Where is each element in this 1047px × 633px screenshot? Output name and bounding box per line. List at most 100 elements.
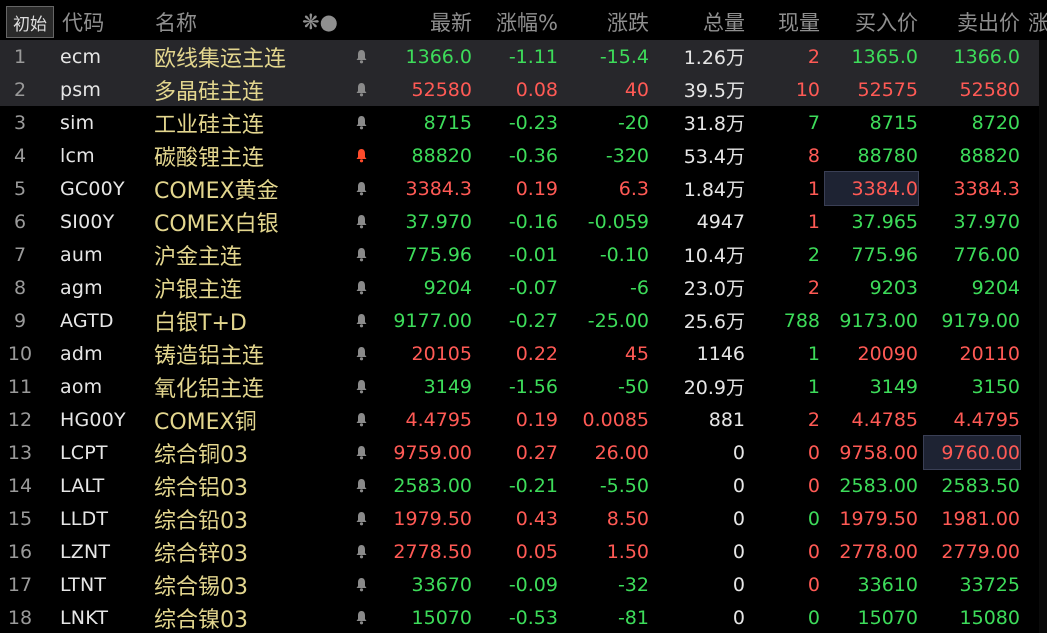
change-percent: 0.08: [515, 78, 558, 101]
bid-price: 4.4785: [851, 408, 918, 431]
table-row[interactable]: 5 GC00Y COMEX黄金 3384.3 0.19 6.3 1.84万 1 3384.0 33…: [0, 171, 1047, 206]
contract-name: COMEX铜: [154, 409, 257, 435]
column-settings-icons[interactable]: ❋●: [300, 4, 340, 40]
change-amount: 45: [624, 342, 649, 365]
contract-code: agm: [60, 276, 103, 299]
table-row[interactable]: 12 HG00Y COMEX铜 4.4795 0.19 0.0085 881 2 4.4785 4…: [0, 403, 1047, 436]
ask-price: 33725: [959, 573, 1020, 596]
alert-bell-icon[interactable]: [350, 469, 372, 502]
alert-bell-icon[interactable]: [350, 370, 372, 403]
alert-bell-icon[interactable]: [350, 403, 372, 436]
row-number: 17: [7, 573, 33, 596]
alert-bell-icon[interactable]: [350, 304, 372, 337]
last-price: 2583.00: [393, 474, 472, 497]
table-row[interactable]: 15 LLDT 综合铅03 1979.50 0.43 8.50 0 0 1979.50 1981.…: [0, 502, 1047, 535]
tab-initial[interactable]: 初始: [6, 6, 54, 38]
contract-name: 综合锌03: [154, 541, 248, 567]
table-row[interactable]: 11 aom 氧化铝主连 3149 -1.56 -50 20.9万 1 3149 3150: [0, 370, 1047, 403]
change-percent: -0.09: [508, 573, 558, 596]
alert-bell-icon[interactable]: [350, 205, 372, 238]
change-amount: -50: [617, 375, 649, 398]
alert-bell-icon[interactable]: [350, 271, 372, 304]
vertical-scrollbar[interactable]: [1039, 40, 1047, 633]
row-number: 16: [7, 540, 33, 563]
alert-bell-icon[interactable]: [350, 40, 372, 73]
ask-price: 88820: [959, 144, 1020, 167]
table-row[interactable]: 16 LZNT 综合锌03 2778.50 0.05 1.50 0 0 2778.00 2779.…: [0, 535, 1047, 568]
total-volume: 0: [732, 606, 745, 629]
alert-bell-icon[interactable]: [350, 436, 372, 469]
contract-code: aum: [60, 243, 103, 266]
contract-code: adm: [60, 342, 103, 365]
ask-price: 20110: [959, 342, 1020, 365]
change-amount: -20: [617, 111, 649, 134]
alert-bell-icon[interactable]: [350, 73, 372, 106]
bid-price: 52575: [857, 78, 918, 101]
row-number: 14: [7, 474, 33, 497]
total-volume: 4947: [696, 210, 745, 233]
current-volume: 1: [807, 210, 820, 233]
total-volume: 881: [708, 408, 745, 431]
row-number: 10: [7, 342, 33, 365]
contract-name: 氧化铝主连: [154, 376, 265, 402]
change-percent: -1.11: [508, 45, 558, 68]
table-row[interactable]: 17 LTNT 综合锡03 33670 -0.09 -32 0 0 33610 33725: [0, 568, 1047, 601]
column-header-change[interactable]: 涨跌: [562, 4, 649, 40]
row-number: 4: [13, 144, 27, 167]
table-row[interactable]: 14 LALT 综合铝03 2583.00 -0.21 -5.50 0 0 2583.00 258…: [0, 469, 1047, 502]
alert-bell-icon[interactable]: [350, 535, 372, 568]
contract-name: COMEX白银: [154, 211, 279, 237]
contract-code: sim: [60, 111, 95, 134]
current-volume: 1: [807, 342, 820, 365]
alert-bell-icon[interactable]: [350, 601, 372, 633]
current-volume: 788: [783, 309, 820, 332]
table-row[interactable]: 8 agm 沪银主连 9204 -0.07 -6 23.0万 2 9203 9204: [0, 271, 1047, 304]
change-amount: -320: [605, 144, 649, 167]
bid-price: 37.965: [851, 210, 918, 233]
ask-price: 2779.00: [941, 540, 1020, 563]
contract-code: LLDT: [60, 507, 109, 530]
table-row[interactable]: 9 AGTD 白银T+D 9177.00 -0.27 -25.00 25.6万 788 9173…: [0, 304, 1047, 337]
change-amount: -0.059: [587, 210, 649, 233]
alert-bell-icon[interactable]: [350, 238, 372, 271]
change-amount: 40: [624, 78, 649, 101]
column-header-ask[interactable]: 卖出价: [924, 4, 1020, 40]
alert-bell-icon[interactable]: [350, 568, 372, 601]
total-volume: 53.4万: [683, 146, 745, 168]
ask-price: 8720: [971, 111, 1020, 134]
alert-bell-icon[interactable]: [350, 106, 372, 139]
total-volume: 1146: [696, 342, 745, 365]
contract-name: 综合铝03: [154, 475, 248, 501]
table-row[interactable]: 18 LNKT 综合镍03 15070 -0.53 -81 0 0 15070 15080: [0, 601, 1047, 633]
column-header-extra[interactable]: 涨: [1028, 4, 1047, 40]
column-header-bid[interactable]: 买入价: [825, 4, 918, 40]
alert-bell-icon[interactable]: [350, 337, 372, 370]
column-header-current-volume[interactable]: 现量: [748, 4, 820, 40]
column-header-last[interactable]: 最新: [380, 4, 472, 40]
column-header-volume[interactable]: 总量: [655, 4, 745, 40]
table-row[interactable]: 13 LCPT 综合铜03 9759.00 0.27 26.00 0 0 9758.00 9760…: [0, 435, 1047, 470]
contract-name: 沪银主连: [154, 277, 243, 303]
current-volume: 0: [807, 441, 820, 464]
table-row[interactable]: 3 sim 工业硅主连 8715 -0.23 -20 31.8万 7 8715 8720: [0, 106, 1047, 139]
last-price: 775.96: [405, 243, 472, 266]
column-header-code[interactable]: 代码: [62, 4, 154, 40]
alert-bell-icon[interactable]: [350, 502, 372, 535]
table-row[interactable]: 10 adm 铸造铝主连 20105 0.22 45 1146 1 20090 20110: [0, 337, 1047, 370]
table-row[interactable]: 6 SI00Y COMEX白银 37.970 -0.16 -0.059 4947 1 37.96…: [0, 205, 1047, 238]
last-price: 4.4795: [405, 408, 472, 431]
table-row[interactable]: 2 psm 多晶硅主连 52580 0.08 40 39.5万 10 52575 52580: [0, 73, 1047, 106]
current-volume: 0: [807, 573, 820, 596]
change-amount: -5.50: [599, 474, 649, 497]
column-header-change-percent[interactable]: 涨幅%: [478, 4, 558, 40]
contract-code: AGTD: [60, 309, 114, 332]
table-row[interactable]: 7 aum 沪金主连 775.96 -0.01 -0.10 10.4万 2 775.96 776.…: [0, 238, 1047, 271]
alert-bell-icon[interactable]: [350, 139, 372, 172]
bid-price: 8715: [869, 111, 918, 134]
table-row[interactable]: 1 ecm 欧线集运主连 1366.0 -1.11 -15.4 1.26万 2 1365.0 13…: [0, 40, 1047, 73]
change-amount: -15.4: [599, 45, 649, 68]
alert-bell-icon[interactable]: [350, 172, 372, 205]
change-amount: 1.50: [606, 540, 649, 563]
contract-code: LZNT: [60, 540, 111, 563]
table-row[interactable]: 4 lcm 碳酸锂主连 88820 -0.36 -320 53.4万 8 88780 88820: [0, 139, 1047, 172]
